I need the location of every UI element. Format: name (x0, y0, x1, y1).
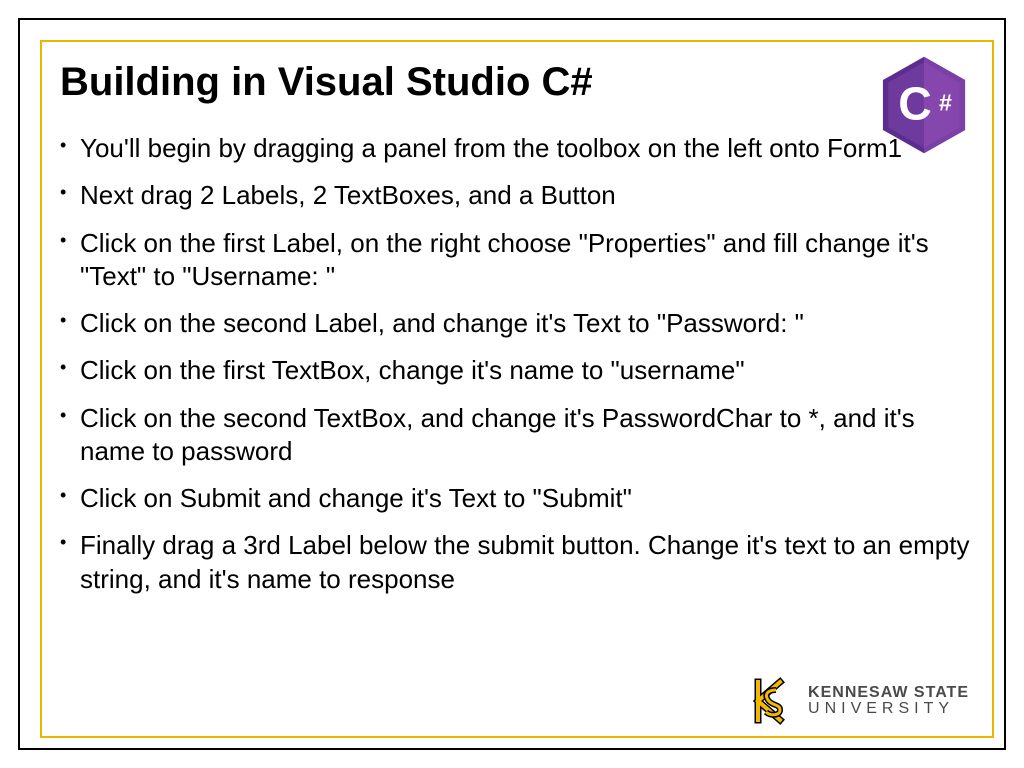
slide-title: Building in Visual Studio C# (60, 60, 974, 104)
ksu-mark-icon (748, 674, 798, 728)
ksu-logo: KENNESAW STATE UNIVERSITY (748, 674, 969, 728)
list-item: You'll begin by dragging a panel from th… (60, 132, 974, 165)
bullet-list: You'll begin by dragging a panel from th… (60, 132, 974, 596)
list-item: Finally drag a 3rd Label below the submi… (60, 529, 974, 596)
list-item: Click on the first Label, on the right c… (60, 227, 974, 294)
slide-content: Building in Visual Studio C# You'll begi… (60, 60, 974, 718)
ksu-name-line1: KENNESAW STATE (808, 685, 969, 701)
list-item: Next drag 2 Labels, 2 TextBoxes, and a B… (60, 179, 974, 212)
ksu-text: KENNESAW STATE UNIVERSITY (808, 685, 969, 717)
list-item: Click on the first TextBox, change it's … (60, 354, 974, 387)
ksu-name-line2: UNIVERSITY (808, 701, 969, 717)
list-item: Click on Submit and change it's Text to … (60, 482, 974, 515)
list-item: Click on the second TextBox, and change … (60, 402, 974, 469)
list-item: Click on the second Label, and change it… (60, 307, 974, 340)
